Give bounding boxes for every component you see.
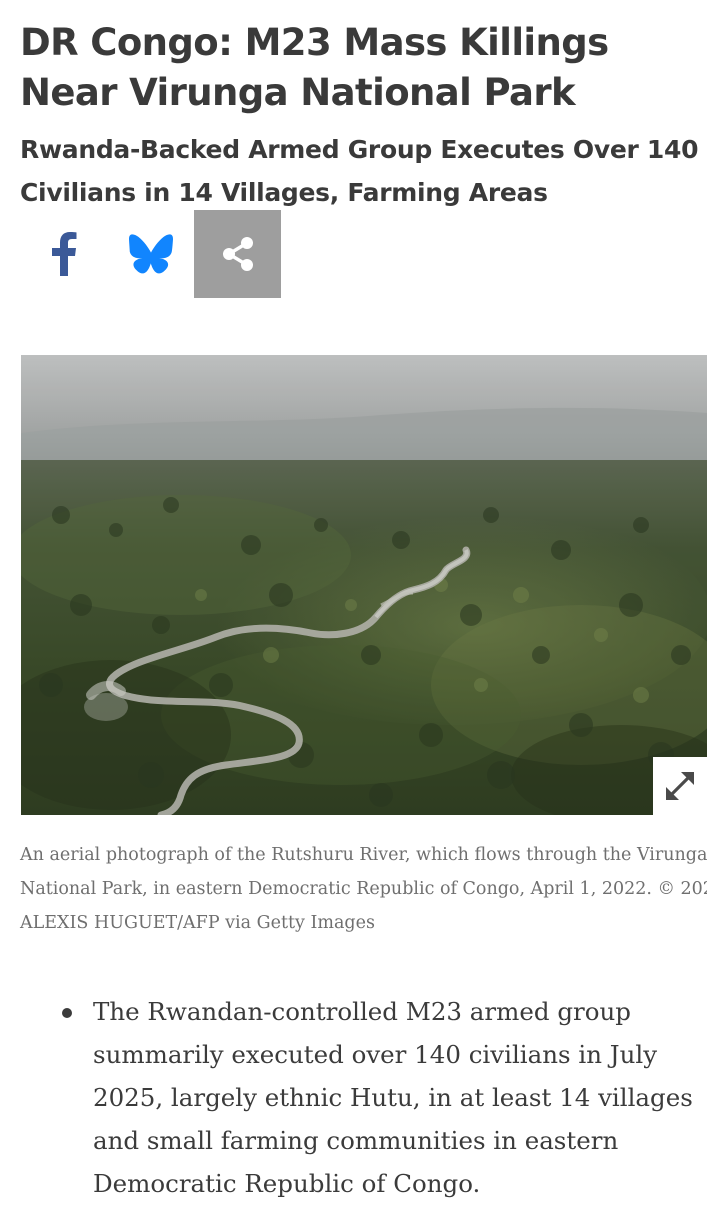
- share-bar: [20, 210, 281, 298]
- photo-caption: An aerial photograph of the Rutshuru Riv…: [20, 838, 707, 940]
- bluesky-butterfly-icon: [128, 234, 173, 274]
- caption-line: ALEXIS HUGUET/AFP via Getty Images: [20, 913, 375, 933]
- more-share-button[interactable]: [194, 210, 281, 298]
- expand-image-button[interactable]: [653, 757, 707, 815]
- aerial-river-photo: [21, 355, 707, 815]
- share-icon: [222, 237, 253, 271]
- key-point-text: The Rwandan-controlled M23 armed group s…: [93, 997, 693, 1198]
- facebook-icon: [51, 232, 76, 276]
- key-points-list: The Rwandan-controlled M23 armed group s…: [20, 990, 700, 1205]
- bluesky-share-button[interactable]: [107, 210, 194, 298]
- bullet-dot-icon: [62, 1008, 72, 1018]
- article-subtitle: Rwanda-Backed Armed Group Executes Over …: [20, 135, 699, 207]
- expand-arrows-icon: [666, 772, 694, 800]
- key-point-item: The Rwandan-controlled M23 armed group s…: [20, 990, 700, 1205]
- caption-line: National Park, in eastern Democratic Rep…: [20, 879, 707, 899]
- article-photo: [21, 355, 707, 815]
- caption-line: An aerial photograph of the Rutshuru Riv…: [20, 845, 707, 865]
- facebook-share-button[interactable]: [20, 210, 107, 298]
- article-title: DR Congo: M23 Mass Killings Near Virunga…: [20, 21, 609, 114]
